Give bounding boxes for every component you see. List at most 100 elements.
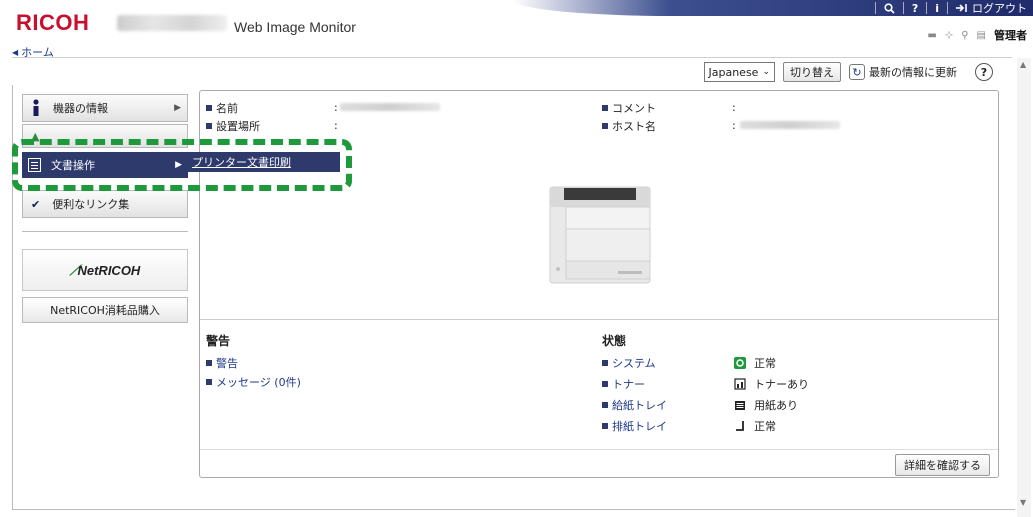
name-label: 名前 — [216, 102, 238, 115]
bullet-icon — [602, 423, 608, 429]
switch-language-button[interactable]: 切り替え — [783, 62, 841, 82]
refresh-label: 最新の情報に更新 — [869, 66, 957, 79]
status-label[interactable]: トナー — [612, 376, 645, 392]
breadcrumb-divider — [12, 57, 1012, 58]
status-title: 状態 — [602, 334, 627, 348]
comment-row: コメント — [602, 100, 656, 116]
status-label[interactable]: システム — [612, 355, 656, 371]
bullet-icon — [602, 105, 608, 111]
refresh-icon: ↻ — [849, 64, 865, 80]
bullet-icon — [602, 402, 608, 408]
help-icon[interactable]: ? — [912, 2, 918, 15]
chevron-down-icon: ⌄ — [762, 67, 770, 77]
location-colon: : — [334, 119, 338, 132]
name-row: 名前 — [206, 100, 238, 116]
alert-item[interactable]: 警告 — [206, 355, 238, 371]
paper-tray-icon — [735, 401, 745, 410]
name-colon: : — [334, 101, 338, 114]
status-value: 用紙あり — [754, 399, 798, 412]
bullet-icon — [602, 360, 608, 366]
logout-label: ログアウト — [972, 2, 1027, 15]
comment-label: コメント — [612, 102, 656, 115]
highlight-callout — [12, 139, 352, 191]
location-label: 設置場所 — [216, 120, 260, 133]
model-name-redacted — [117, 15, 227, 31]
status-value: トナーあり — [754, 378, 809, 391]
status-value-toner: トナーあり — [734, 376, 809, 392]
check-icon: ✔ — [31, 197, 41, 211]
status-value: 正常 — [754, 420, 776, 433]
network-status-icon: ⊹ — [944, 29, 954, 41]
netricoh-purchase-link[interactable]: NetRICOH消耗品購入 — [22, 297, 188, 323]
search-icon[interactable] — [884, 2, 895, 14]
status-label[interactable]: 給紙トレイ — [612, 397, 667, 413]
system-ok-icon — [734, 357, 746, 369]
sidebar-item-label: 機器の情報 — [53, 102, 108, 115]
refresh-button[interactable]: ↻ 最新の情報に更新 — [849, 64, 957, 80]
header: RICOH Web Image Monitor ? i ログアウト ▬ ⊹ ⚲ … — [0, 0, 1033, 44]
host-colon: : — [732, 119, 736, 132]
comment-colon: : — [732, 101, 736, 114]
sidebar-item-device-info[interactable]: 機器の情報 ▶ — [22, 94, 188, 122]
document-status-icon: ▤ — [976, 29, 986, 41]
netricoh-banner[interactable]: ⟋ NetRICOH — [22, 249, 188, 291]
status-row-output-tray: 排紙トレイ — [602, 418, 667, 434]
sidebar-item-useful-links[interactable]: ✔ 便利なリンク集 — [22, 190, 188, 218]
alert-link[interactable]: 警告 — [216, 355, 238, 371]
printer-image — [549, 186, 651, 284]
logout-icon — [956, 4, 967, 12]
panel-footer-divider — [200, 449, 998, 450]
bullet-icon — [206, 123, 212, 129]
scroll-up-icon[interactable]: ▲ — [1020, 60, 1026, 69]
help-button[interactable]: ? — [975, 63, 993, 81]
info-icon — [33, 99, 39, 116]
panel-divider — [200, 319, 998, 320]
bullet-icon — [206, 360, 212, 366]
status-value-paper-tray: 用紙あり — [734, 397, 798, 413]
sidebar-item-label: 便利なリンク集 — [52, 198, 130, 211]
view-details-button[interactable]: 詳細を確認する — [895, 454, 990, 476]
status-row-system: システム — [602, 355, 656, 371]
status-value-system: 正常 — [734, 355, 776, 371]
vertical-scrollbar[interactable]: ▲ ▼ — [1017, 58, 1031, 517]
name-value-redacted — [340, 103, 440, 111]
top-nav: ? i ログアウト — [867, 0, 1027, 16]
output-tray-icon — [736, 421, 744, 431]
status-value: 正常 — [754, 357, 776, 370]
bullet-icon — [206, 105, 212, 111]
nav-separator — [926, 2, 928, 14]
user-label: 管理者 — [994, 29, 1027, 42]
user-status-icon: ⚲ — [961, 29, 969, 41]
message-link[interactable]: メッセージ (0件) — [216, 374, 301, 390]
alerts-title: 警告 — [206, 334, 231, 348]
host-row: ホスト名 — [602, 118, 656, 134]
status-row-toner: トナー — [602, 376, 645, 392]
status-row-paper-tray: 給紙トレイ — [602, 397, 667, 413]
bullet-icon — [602, 123, 608, 129]
logout-link[interactable]: ログアウト — [956, 0, 1027, 16]
bullet-icon — [602, 381, 608, 387]
printer-status-icon: ▬ — [927, 29, 937, 41]
sidebar-divider — [22, 231, 188, 232]
nav-separator — [947, 2, 948, 14]
info-icon[interactable]: i — [935, 2, 939, 15]
message-item[interactable]: メッセージ (0件) — [206, 374, 301, 390]
toner-icon — [734, 378, 746, 390]
nav-separator — [902, 2, 904, 14]
host-value-redacted — [740, 121, 840, 129]
bullet-icon — [206, 379, 212, 385]
nav-separator — [874, 2, 876, 14]
chevron-right-icon: ▶ — [174, 103, 181, 113]
status-label[interactable]: 排紙トレイ — [612, 418, 667, 434]
language-select-value: Japanese — [708, 65, 759, 79]
netricoh-logo-text: NetRICOH — [77, 262, 141, 278]
status-value-output-tray: 正常 — [734, 418, 776, 434]
host-label: ホスト名 — [612, 120, 656, 133]
ricoh-logo: RICOH — [16, 10, 90, 35]
device-status-icons: ▬ ⊹ ⚲ ▤ 管理者 — [927, 27, 1027, 43]
language-select[interactable]: Japanese ⌄ — [703, 62, 775, 82]
location-row: 設置場所 — [206, 118, 260, 134]
toolbar: Japanese ⌄ 切り替え ↻ 最新の情報に更新 ? — [703, 62, 993, 82]
chevron-left-icon: ◀ — [12, 47, 19, 57]
scroll-down-icon[interactable]: ▼ — [1020, 498, 1026, 507]
